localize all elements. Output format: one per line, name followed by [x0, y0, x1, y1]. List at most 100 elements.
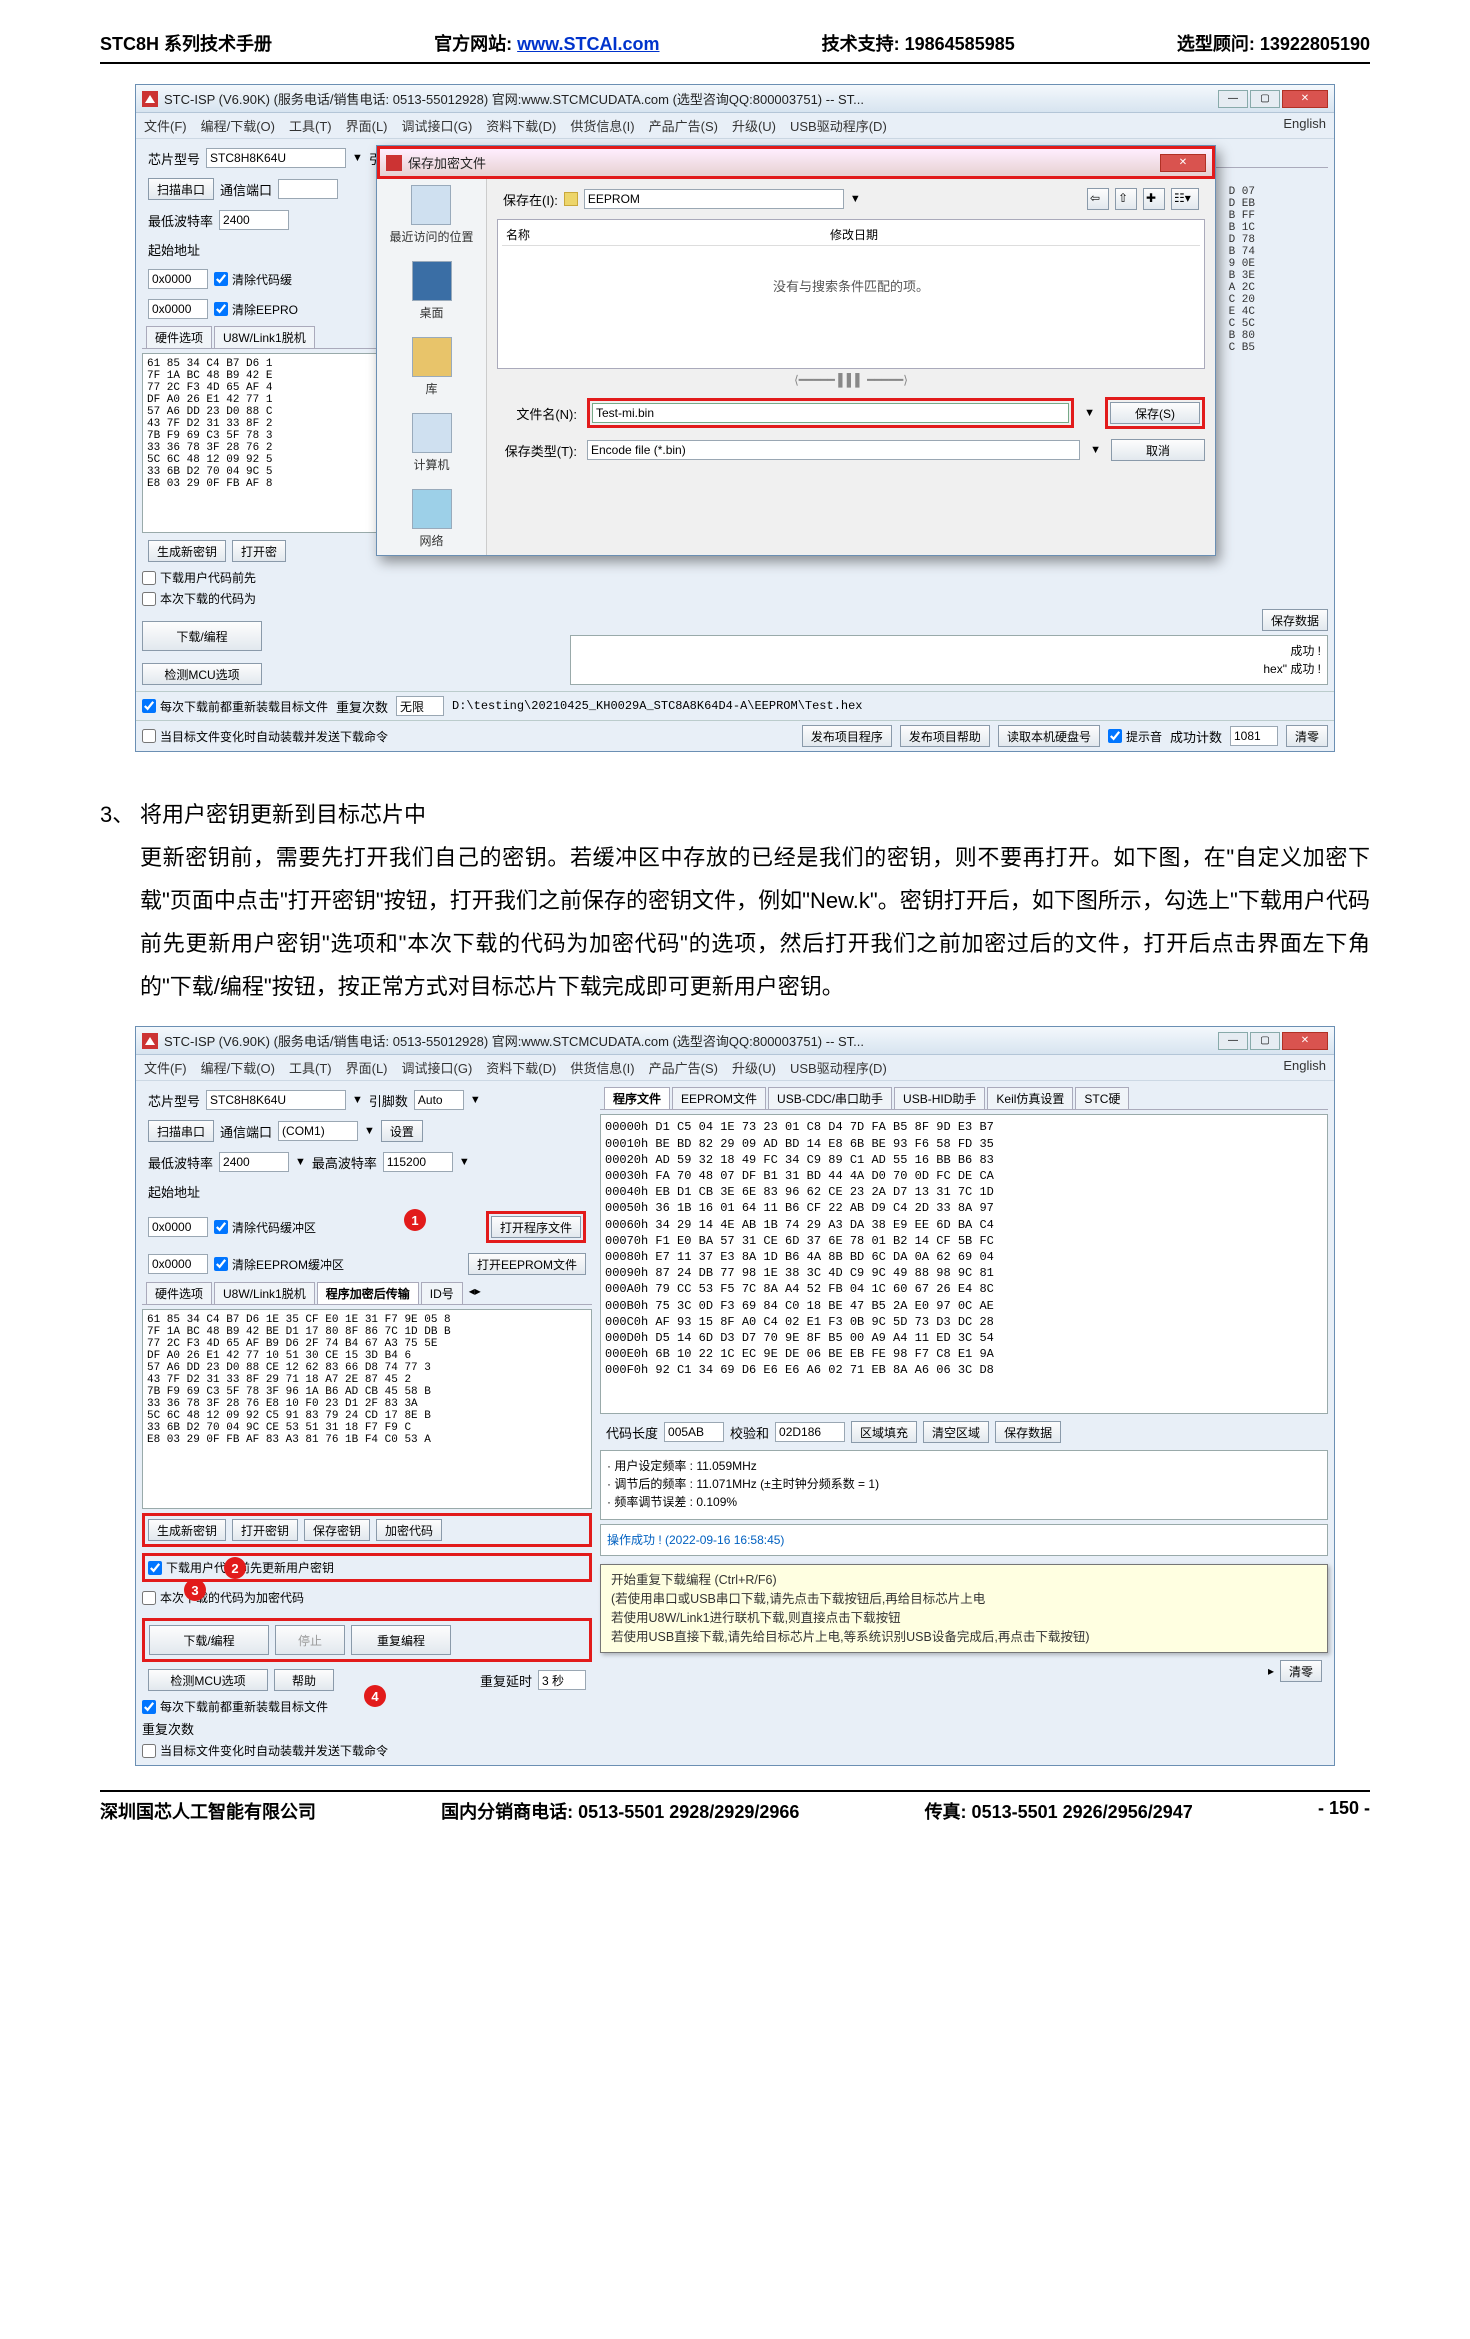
tab-hardware-2[interactable]: 硬件选项 [146, 1282, 212, 1304]
addr1-input-2[interactable] [148, 1217, 208, 1237]
menu-ads-2[interactable]: 产品广告(S) [649, 1058, 718, 1077]
nav-back-icon[interactable]: ⇦ [1087, 188, 1109, 210]
tab-prog-file-2[interactable]: 程序文件 [604, 1087, 670, 1109]
download-button-2[interactable]: 下载/编程 [149, 1625, 269, 1655]
open-program-file-button[interactable]: 打开程序文件 [491, 1216, 581, 1238]
chip-select-2[interactable] [206, 1090, 346, 1110]
menu-upgrade-2[interactable]: 升级(U) [732, 1058, 776, 1077]
menu-ui-2[interactable]: 界面(L) [346, 1058, 388, 1077]
program-hex-view[interactable]: 00000h D1 C5 04 1E 73 23 01 C8 D4 7D FA … [600, 1114, 1328, 1414]
menu-ads[interactable]: 产品广告(S) [649, 116, 718, 135]
clear-code-checkbox-2[interactable]: 清除代码缓冲区 [214, 1219, 316, 1236]
chk-enc-code-2[interactable]: 本次下载的代码为加密代码 [142, 1589, 592, 1606]
scroll-right-icon[interactable]: ▸ [1268, 1664, 1274, 1678]
retry-delay-input[interactable] [538, 1670, 586, 1690]
close-button[interactable]: ✕ [1282, 90, 1328, 108]
chk-update-key-1[interactable]: 下载用户代码前先 [142, 569, 562, 586]
save-button[interactable]: 保存(S) [1110, 402, 1200, 424]
fill-area-button[interactable]: 区域填充 [851, 1421, 917, 1443]
menu-usbdriver[interactable]: USB驱动程序(D) [790, 116, 887, 135]
com-port-select-2[interactable] [278, 1121, 358, 1141]
close-button-2[interactable]: ✕ [1282, 1032, 1328, 1050]
chk-sound-1[interactable]: 提示音 [1108, 728, 1162, 745]
gen-key-button[interactable]: 生成新密钥 [148, 540, 226, 562]
cancel-button[interactable]: 取消 [1111, 439, 1205, 461]
menu-upgrade[interactable]: 升级(U) [732, 116, 776, 135]
chk-autoload-1[interactable]: 当目标文件变化时自动装载并发送下载命令 [142, 728, 388, 745]
pins-select-2[interactable] [414, 1090, 464, 1110]
menu-tools[interactable]: 工具(T) [289, 116, 332, 135]
new-folder-icon[interactable]: ✚ [1143, 188, 1165, 210]
publish-help-button[interactable]: 发布项目帮助 [900, 725, 990, 747]
min-baud-select[interactable] [219, 210, 289, 230]
min-baud-select-2[interactable] [219, 1152, 289, 1172]
com-port-select[interactable] [278, 179, 338, 199]
addr1-input[interactable] [148, 269, 208, 289]
place-desktop[interactable]: 桌面 [412, 261, 452, 321]
place-recent[interactable]: 最近访问的位置 [389, 185, 473, 245]
menu-downloads[interactable]: 资料下载(D) [486, 116, 556, 135]
save-in-folder[interactable] [584, 189, 844, 209]
tab-hardware[interactable]: 硬件选项 [146, 326, 212, 348]
chip-select[interactable] [206, 148, 346, 168]
tab-usb-cdc-2[interactable]: USB-CDC/串口助手 [768, 1087, 892, 1109]
scan-port-button[interactable]: 扫描串口 [148, 178, 214, 200]
menu-english-2[interactable]: English [1283, 1058, 1326, 1077]
file-list[interactable]: 名称 修改日期 没有与搜索条件匹配的项。 [497, 219, 1205, 369]
tab-usb-hid-2[interactable]: USB-HID助手 [894, 1087, 985, 1109]
tab-stc-hw-2[interactable]: STC硬 [1075, 1087, 1129, 1109]
tab-keil-2[interactable]: Keil仿真设置 [987, 1087, 1073, 1109]
read-disk-id-button[interactable]: 读取本机硬盘号 [998, 725, 1100, 747]
save-data-button-2[interactable]: 保存数据 [995, 1421, 1061, 1443]
save-dialog-close[interactable]: ✕ [1160, 154, 1206, 172]
maximize-button[interactable]: ▢ [1250, 90, 1280, 108]
menu-debug[interactable]: 调试接口(G) [402, 116, 473, 135]
reprogram-button[interactable]: 重复编程 [351, 1625, 451, 1655]
menu-debug-2[interactable]: 调试接口(G) [402, 1058, 473, 1077]
site-link[interactable]: www.STCAI.com [517, 34, 659, 54]
place-computer[interactable]: 计算机 [412, 413, 452, 473]
menu-supply-2[interactable]: 供货信息(I) [570, 1058, 634, 1077]
col-name[interactable]: 名称 [506, 226, 530, 243]
gen-key-button-2[interactable]: 生成新密钥 [148, 1519, 226, 1541]
save-key-button[interactable]: 保存密钥 [304, 1519, 370, 1541]
view-mode-icon[interactable]: ☷▾ [1171, 188, 1199, 210]
tab-id[interactable]: ID号 [421, 1282, 463, 1304]
place-libraries[interactable]: 库 [412, 337, 452, 397]
filetype-select[interactable] [587, 440, 1080, 460]
save-data-button-1[interactable]: 保存数据 [1262, 609, 1328, 631]
detect-mcu-button-1[interactable]: 检测MCU选项 [142, 663, 262, 685]
nav-up-icon[interactable]: ⇧ [1115, 188, 1137, 210]
clear-count-button-1[interactable]: 清零 [1286, 725, 1328, 747]
clear-eeprom-checkbox[interactable]: 清除EEPRO [214, 301, 298, 318]
tab-encrypt[interactable]: 程序加密后传输 [317, 1282, 419, 1304]
minimize-button[interactable]: — [1218, 90, 1248, 108]
menu-english[interactable]: English [1283, 116, 1326, 135]
stop-button[interactable]: 停止 [275, 1625, 345, 1655]
chk-autoload-2[interactable]: 当目标文件变化时自动装载并发送下载命令 [142, 1742, 592, 1759]
retry-count-1[interactable] [396, 696, 444, 716]
menu-file-2[interactable]: 文件(F) [144, 1058, 187, 1077]
filename-input[interactable] [592, 403, 1069, 423]
addr2-input-2[interactable] [148, 1254, 208, 1274]
minimize-button-2[interactable]: — [1218, 1032, 1248, 1050]
tab-u8w[interactable]: U8W/Link1脱机 [214, 326, 315, 348]
detect-mcu-button-2[interactable]: 检测MCU选项 [148, 1669, 268, 1691]
open-eeprom-file-button[interactable]: 打开EEPROM文件 [468, 1253, 586, 1275]
chk-enc-code-1[interactable]: 本次下载的代码为 [142, 590, 562, 607]
menu-program-2[interactable]: 编程/下载(O) [201, 1058, 275, 1077]
clear-code-checkbox[interactable]: 清除代码缓 [214, 271, 292, 288]
publish-program-button[interactable]: 发布项目程序 [802, 725, 892, 747]
menu-usbdriver-2[interactable]: USB驱动程序(D) [790, 1058, 887, 1077]
tab-u8w-2[interactable]: U8W/Link1脱机 [214, 1282, 315, 1304]
place-network[interactable]: 网络 [412, 489, 452, 549]
max-baud-select[interactable] [383, 1152, 453, 1172]
scan-port-button-2[interactable]: 扫描串口 [148, 1120, 214, 1142]
open-key-button[interactable]: 打开密 [232, 540, 286, 562]
menu-downloads-2[interactable]: 资料下载(D) [486, 1058, 556, 1077]
menu-ui[interactable]: 界面(L) [346, 116, 388, 135]
settings-button[interactable]: 设置 [381, 1120, 423, 1142]
menu-program[interactable]: 编程/下载(O) [201, 116, 275, 135]
encrypt-code-button[interactable]: 加密代码 [376, 1519, 442, 1541]
tab-eeprom-file-2[interactable]: EEPROM文件 [672, 1087, 766, 1109]
